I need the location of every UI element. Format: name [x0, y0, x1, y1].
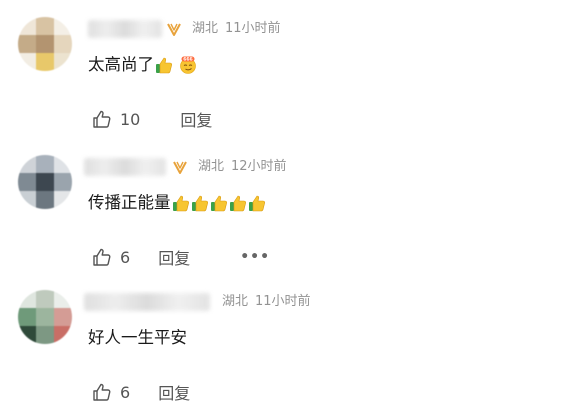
more-options-button[interactable]: ••• — [240, 250, 270, 264]
comment-text: 好人一生平安 — [88, 326, 187, 350]
thumbs-up-icon — [172, 194, 190, 212]
comment-actions: 10 回复 — [92, 108, 212, 130]
username-redacted[interactable] — [88, 20, 162, 38]
thumbs-up-icon — [155, 56, 173, 74]
comment-meta: 湖北 11小时前 — [222, 293, 311, 311]
comment-item: 湖北 11小时前 好人一生平安 6 回复 — [0, 290, 561, 420]
comment-text: 传播正能量 — [88, 191, 266, 215]
comment-item: 湖北 11小时前 太高尚了 666 10 回复 — [0, 17, 561, 147]
thumbs-up-icon — [191, 194, 209, 212]
like-button[interactable]: 6 — [92, 382, 130, 402]
thumbs-up-outline-icon — [93, 248, 111, 266]
smirk-666-emoji-icon: 666 — [179, 56, 197, 74]
comment-text: 太高尚了 666 — [88, 53, 197, 77]
thumbs-up-outline-icon — [93, 110, 111, 128]
comment-item: 湖北 12小时前 传播正能量 6 回复 ••• — [0, 155, 561, 285]
comment-actions: 6 回复 ••• — [92, 246, 270, 268]
reply-button[interactable]: 回复 — [158, 380, 190, 404]
username-redacted[interactable] — [84, 293, 210, 311]
username-redacted[interactable] — [84, 158, 166, 176]
like-button[interactable]: 10 — [92, 109, 140, 129]
comment-body: 传播正能量 — [88, 193, 171, 212]
reply-button[interactable]: 回复 — [158, 245, 190, 269]
region-label: 湖北 — [198, 159, 225, 174]
thumbs-up-icon — [229, 194, 247, 212]
comment-body: 太高尚了 — [88, 55, 154, 74]
reply-button[interactable]: 回复 — [180, 107, 212, 131]
like-count: 6 — [120, 247, 131, 267]
thumbs-up-outline-icon — [93, 383, 111, 401]
svg-text:666: 666 — [183, 57, 192, 63]
comment-meta: 湖北 11小时前 — [192, 20, 281, 38]
avatar[interactable] — [18, 290, 72, 344]
timestamp: 11小时前 — [255, 294, 311, 309]
avatar[interactable] — [18, 17, 72, 71]
region-label: 湖北 — [192, 21, 219, 36]
comment-body: 好人一生平安 — [88, 328, 187, 347]
timestamp: 11小时前 — [225, 21, 281, 36]
like-count: 10 — [120, 109, 141, 129]
like-button[interactable]: 6 — [92, 247, 130, 267]
avatar[interactable] — [18, 155, 72, 209]
vip-badge-icon — [173, 161, 187, 174]
comment-meta: 湖北 12小时前 — [198, 158, 287, 176]
vip-badge-icon — [167, 23, 181, 36]
comment-actions: 6 回复 — [92, 381, 190, 403]
like-count: 6 — [120, 382, 131, 402]
thumbs-up-icon — [210, 194, 228, 212]
timestamp: 12小时前 — [231, 159, 287, 174]
region-label: 湖北 — [222, 294, 249, 309]
thumbs-up-icon — [248, 194, 266, 212]
